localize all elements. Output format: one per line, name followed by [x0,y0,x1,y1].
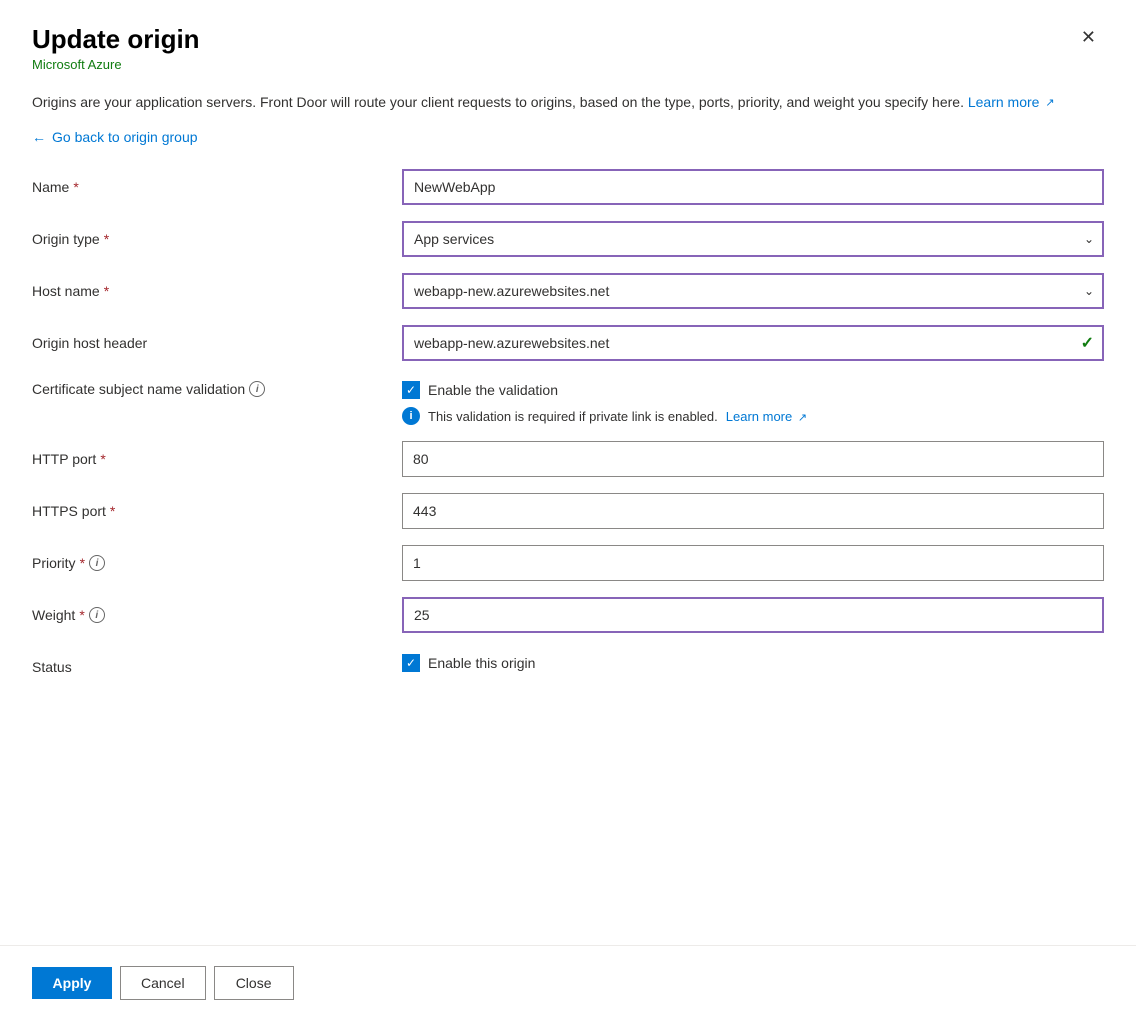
https-port-label: HTTPS port * [32,503,402,519]
status-row: Status ✓ Enable this origin [32,649,1104,685]
priority-row: Priority * i [32,545,1104,581]
priority-input[interactable] [402,545,1104,581]
origin-type-control: App services ⌄ [402,221,1104,257]
update-origin-panel: Update origin Microsoft Azure ✕ Origins … [0,0,1136,1020]
back-link-label: Go back to origin group [52,129,198,145]
host-name-select[interactable]: webapp-new.azurewebsites.net [402,273,1104,309]
origin-type-label: Origin type * [32,231,402,247]
cert-validation-info-icon[interactable]: i [249,381,265,397]
http-port-row: HTTP port * [32,441,1104,477]
weight-info-icon[interactable]: i [89,607,105,623]
panel-footer: Apply Cancel Close [0,945,1136,1020]
weight-input[interactable] [402,597,1104,633]
cert-validation-note-text: This validation is required if private l… [428,409,718,424]
origin-host-header-check-icon: ✓ [1081,333,1094,353]
weight-row: Weight * i [32,597,1104,633]
name-input[interactable] [402,169,1104,205]
form-body: Name * Origin type * App services ⌄ [0,153,1136,945]
panel-header: Update origin Microsoft Azure ✕ [0,0,1136,72]
external-link-icon: ↗ [1045,95,1054,112]
cert-validation-checkmark: ✓ [406,384,416,396]
host-name-required: * [104,283,109,299]
origin-host-header-input[interactable] [402,325,1104,361]
host-name-control: webapp-new.azurewebsites.net ⌄ [402,273,1104,309]
origin-host-header-control: ✓ [402,325,1104,361]
learn-more-link-desc[interactable]: Learn more ↗ [968,94,1055,110]
priority-label: Priority * i [32,555,402,571]
status-checkbox-label: Enable this origin [428,655,535,671]
origin-host-header-row: Origin host header ✓ [32,325,1104,361]
apply-button[interactable]: Apply [32,967,112,999]
cert-external-link-icon: ↗ [798,411,807,424]
close-button[interactable]: ✕ [1073,24,1104,50]
https-port-row: HTTPS port * [32,493,1104,529]
info-blue-icon: i [402,407,420,425]
panel-subtitle: Microsoft Azure [32,57,200,72]
weight-required: * [79,607,84,623]
cert-validation-checkbox[interactable]: ✓ [402,381,420,399]
cert-validation-note: i This validation is required if private… [402,407,1104,425]
name-row: Name * [32,169,1104,205]
status-checkbox[interactable]: ✓ [402,654,420,672]
origin-type-select[interactable]: App services [402,221,1104,257]
weight-label: Weight * i [32,607,402,623]
host-name-wrapper: webapp-new.azurewebsites.net ⌄ [402,273,1104,309]
status-checkbox-row: ✓ Enable this origin [402,654,1104,672]
http-port-label: HTTP port * [32,451,402,467]
cert-validation-label: Certificate subject name validation i [32,381,402,397]
back-link-container: ← Go back to origin group [0,113,1136,153]
panel-title: Update origin [32,24,200,55]
status-control: ✓ Enable this origin [402,654,1104,680]
name-control [402,169,1104,205]
title-block: Update origin Microsoft Azure [32,24,200,72]
origin-host-header-wrapper: ✓ [402,325,1104,361]
name-label: Name * [32,179,402,195]
cert-learn-more-link[interactable]: Learn more ↗ [726,409,807,424]
https-port-required: * [110,503,115,519]
http-port-control [402,441,1104,477]
https-port-control [402,493,1104,529]
origin-type-row: Origin type * App services ⌄ [32,221,1104,257]
host-name-row: Host name * webapp-new.azurewebsites.net… [32,273,1104,309]
cert-validation-checkbox-label: Enable the validation [428,382,558,398]
status-label: Status [32,659,402,675]
http-port-required: * [100,451,105,467]
https-port-input[interactable] [402,493,1104,529]
origin-host-header-label: Origin host header [32,335,402,351]
cert-validation-control: ✓ Enable the validation i This validatio… [402,381,1104,425]
priority-required: * [80,555,85,571]
cancel-button[interactable]: Cancel [120,966,206,1000]
origin-type-required: * [104,231,109,247]
description-text: Origins are your application servers. Fr… [32,94,964,110]
priority-control [402,545,1104,581]
description-block: Origins are your application servers. Fr… [0,72,1136,113]
close-footer-button[interactable]: Close [214,966,294,1000]
http-port-input[interactable] [402,441,1104,477]
origin-type-wrapper: App services ⌄ [402,221,1104,257]
back-arrow-icon: ← [32,129,46,145]
priority-info-icon[interactable]: i [89,555,105,571]
cert-validation-checkbox-row: ✓ Enable the validation [402,381,1104,399]
status-checkmark: ✓ [406,657,416,669]
cert-validation-row: Certificate subject name validation i ✓ … [32,377,1104,425]
host-name-label: Host name * [32,283,402,299]
weight-control [402,597,1104,633]
back-to-origin-group-link[interactable]: ← Go back to origin group [32,129,198,145]
name-required: * [73,179,78,195]
